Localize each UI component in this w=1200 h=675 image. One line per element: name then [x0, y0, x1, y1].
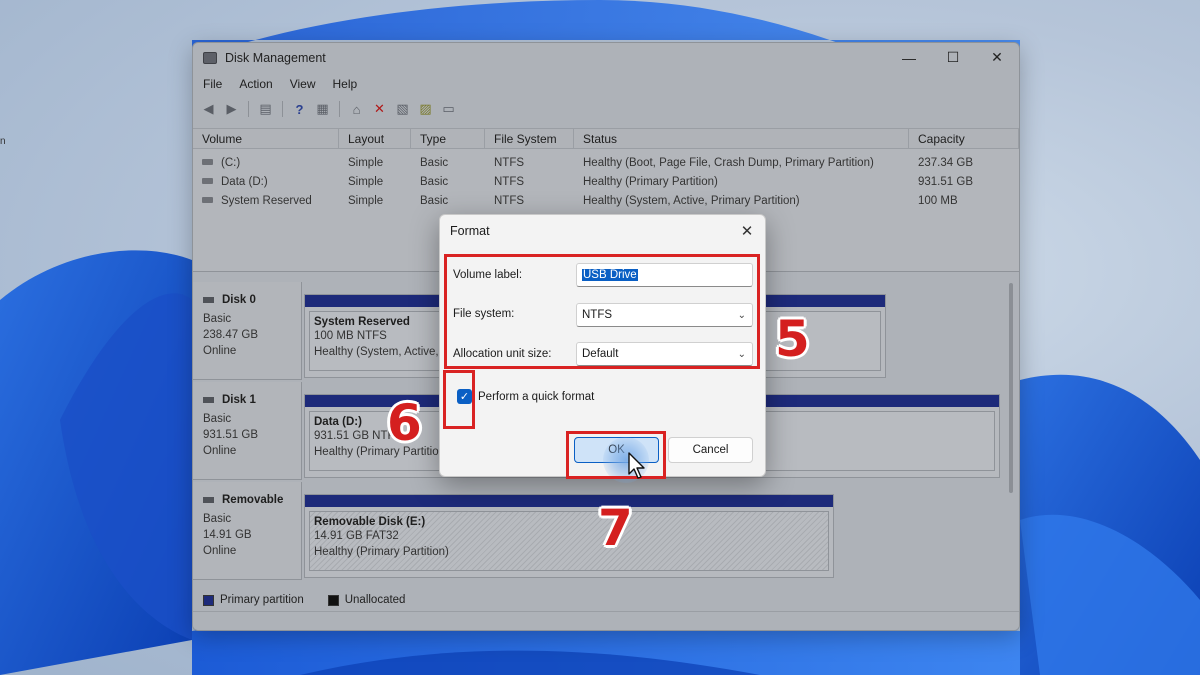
dialog-title: Format — [450, 224, 490, 238]
step-number-5: 5 — [775, 310, 810, 368]
legend-label-primary: Primary partition — [220, 594, 304, 606]
column-header-type[interactable]: Type — [411, 129, 485, 148]
disk-icon — [203, 396, 214, 403]
volume-type: Basic — [420, 194, 449, 207]
toolbar-separator — [282, 101, 283, 117]
column-header-layout[interactable]: Layout — [339, 129, 411, 148]
disk-icon — [203, 496, 214, 503]
partition-name: Removable Disk (E:) — [314, 516, 426, 528]
volume-type: Basic — [420, 175, 449, 188]
menu-file[interactable]: File — [203, 77, 230, 91]
volume-capacity: 237.34 GB — [918, 156, 973, 169]
disk-type: Basic — [203, 313, 232, 325]
partition-detail: 14.91 GB FAT32 — [314, 530, 399, 542]
minimize-button[interactable]: — — [887, 43, 931, 72]
vertical-scrollbar[interactable] — [1009, 283, 1013, 493]
volume-layout: Simple — [348, 156, 384, 169]
volume-capacity: 931.51 GB — [918, 175, 973, 188]
cancel-button[interactable]: Cancel — [668, 437, 753, 463]
volume-name: Data (D:) — [221, 175, 268, 188]
highlight-box-step5 — [444, 254, 760, 369]
menu-view[interactable]: View — [290, 77, 324, 91]
table-row[interactable]: Data (D:) Simple Basic NTFS Healthy (Pri… — [193, 172, 1019, 191]
menu-bar: File Action View Help — [193, 72, 1019, 96]
disk-state: Online — [203, 345, 237, 357]
partition-bar — [305, 495, 833, 507]
rescan-icon[interactable]: ▭ — [439, 100, 458, 119]
connect-icon[interactable]: ⌂ — [347, 100, 366, 119]
toolbar-separator — [339, 101, 340, 117]
legend-swatch-primary — [203, 594, 214, 606]
disk-info[interactable]: Disk 1 Basic 931.51 GB Online — [193, 382, 302, 480]
menu-action[interactable]: Action — [239, 77, 280, 91]
column-header-capacity[interactable]: Capacity — [909, 129, 1019, 148]
forward-arrow-icon[interactable]: ▶ — [222, 100, 241, 119]
table-row[interactable]: System Reserved Simple Basic NTFS Health… — [193, 191, 1019, 210]
import-icon[interactable]: ▨ — [416, 100, 435, 119]
volume-name: System Reserved — [221, 194, 312, 207]
volume-icon — [202, 178, 213, 185]
toolbar: ◀ ▶ ▤ ? ▦ ⌂ ✕ ▧ ▨ ▭ — [193, 96, 1019, 122]
volume-icon — [202, 159, 213, 166]
toolbar-separator — [248, 101, 249, 117]
help-icon[interactable]: ? — [290, 100, 309, 119]
column-header-file-system[interactable]: File System — [485, 129, 574, 148]
close-button[interactable]: ✕ — [975, 43, 1019, 72]
table-row[interactable]: (C:) Simple Basic NTFS Healthy (Boot, Pa… — [193, 153, 1019, 172]
disk-name: Disk 1 — [222, 394, 256, 406]
menu-help[interactable]: Help — [333, 77, 366, 91]
disk-size: 238.47 GB — [203, 329, 258, 341]
disk-management-app-icon — [203, 51, 217, 64]
volume-type: Basic — [420, 156, 449, 169]
volume-capacity: 100 MB — [918, 194, 958, 207]
volume-file-system: NTFS — [494, 175, 525, 188]
status-bar — [193, 611, 1019, 630]
maximize-button[interactable]: ☐ — [931, 43, 975, 72]
column-header-status[interactable]: Status — [574, 129, 909, 148]
disk-type: Basic — [203, 413, 232, 425]
step-number-7: 7 — [598, 499, 633, 557]
delete-icon[interactable]: ✕ — [370, 100, 389, 119]
volume-status: Healthy (Boot, Page File, Crash Dump, Pr… — [583, 156, 874, 169]
disk-name: Removable — [222, 494, 284, 506]
highlight-box-step6 — [443, 370, 475, 429]
disk-info[interactable]: Removable Basic 14.91 GB Online — [193, 482, 302, 580]
disk-size: 14.91 GB — [203, 529, 252, 541]
legend-label-unallocated: Unallocated — [344, 594, 406, 606]
properties-icon[interactable]: ▦ — [313, 100, 332, 119]
window-title: Disk Management — [225, 50, 326, 65]
partition-status: Healthy (Primary Partition) — [314, 546, 449, 558]
desktop-edge-glyph: n — [0, 136, 6, 147]
back-arrow-icon[interactable]: ◀ — [199, 100, 218, 119]
legend-swatch-unallocated — [327, 594, 339, 606]
disk-state: Online — [203, 545, 237, 557]
disk-info[interactable]: Disk 0 Basic 238.47 GB Online — [193, 282, 302, 380]
volume-layout: Simple — [348, 194, 384, 207]
dialog-close-icon[interactable]: ✕ — [736, 220, 758, 242]
volume-layout: Simple — [348, 175, 384, 188]
partition-legend: Primary partition Unallocated — [193, 589, 1019, 611]
partition-body: Removable Disk (E:) 14.91 GB FAT32 Healt… — [309, 511, 829, 571]
volume-file-system: NTFS — [494, 194, 525, 207]
highlight-box-step7 — [566, 431, 666, 479]
volume-file-system: NTFS — [494, 156, 525, 169]
partition-removable-e[interactable]: Removable Disk (E:) 14.91 GB FAT32 Healt… — [304, 494, 834, 578]
volume-icon — [202, 197, 213, 204]
volume-name: (C:) — [221, 156, 241, 169]
column-header-volume[interactable]: Volume — [193, 129, 339, 148]
disk-state: Online — [203, 445, 237, 457]
new-volume-icon[interactable]: ▧ — [393, 100, 412, 119]
volume-list-header: Volume Layout Type File System Status Ca… — [193, 129, 1019, 149]
mouse-cursor-icon — [628, 452, 645, 479]
step-number-6: 6 — [387, 394, 422, 452]
volume-status: Healthy (Primary Partition) — [583, 175, 718, 188]
disk-type: Basic — [203, 513, 232, 525]
window-titlebar[interactable]: Disk Management — ☐ ✕ — [193, 43, 1019, 72]
quick-format-label[interactable]: Perform a quick format — [478, 391, 594, 403]
disk-name: Disk 0 — [222, 294, 256, 306]
disk-icon — [203, 296, 214, 303]
volume-status: Healthy (System, Active, Primary Partiti… — [583, 194, 800, 207]
console-tree-icon[interactable]: ▤ — [256, 100, 275, 119]
disk-size: 931.51 GB — [203, 429, 258, 441]
